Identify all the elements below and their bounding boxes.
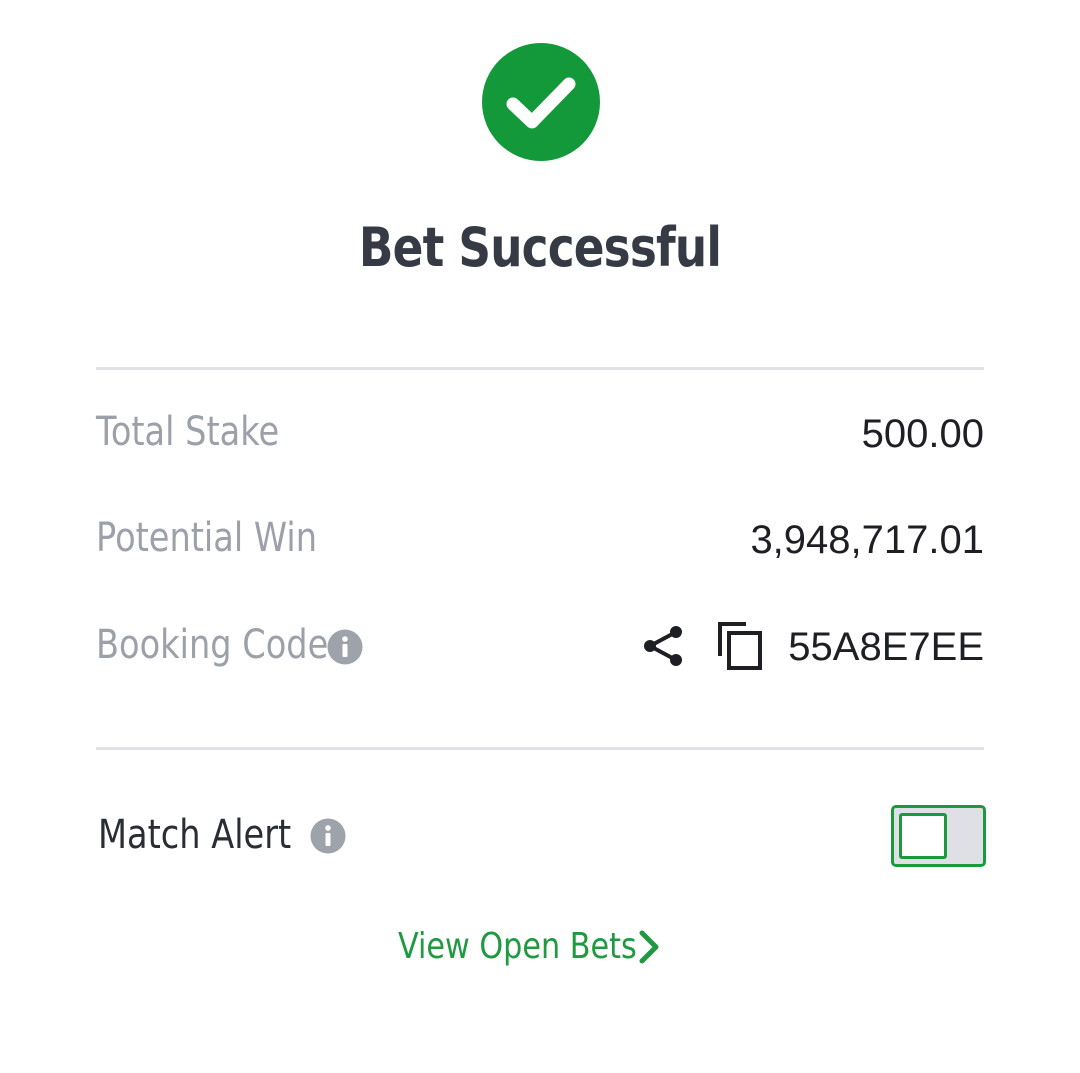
total-stake-value: 500.00: [861, 412, 984, 456]
success-check-icon: [482, 43, 600, 161]
divider: [96, 367, 984, 370]
chevron-right-icon: [639, 930, 659, 963]
divider: [96, 747, 984, 750]
booking-code-info-icon[interactable]: [327, 629, 363, 665]
share-icon[interactable]: [640, 622, 688, 670]
match-alert-info-icon[interactable]: [310, 818, 346, 854]
view-open-bets-label: View Open Bets: [398, 926, 637, 967]
booking-code-value[interactable]: 55A8E7EE: [788, 625, 984, 670]
view-open-bets-link[interactable]: View Open Bets: [398, 926, 664, 967]
potential-win-value: 3,948,717.01: [750, 518, 984, 562]
toggle-knob: [899, 813, 947, 859]
match-alert-label: Match Alert: [98, 812, 292, 858]
potential-win-label: Potential Win: [96, 515, 317, 561]
match-alert-toggle[interactable]: [891, 805, 986, 867]
total-stake-label: Total Stake: [96, 409, 280, 455]
page-title: Bet Successful: [358, 216, 722, 279]
booking-code-label: Booking Code: [96, 622, 329, 668]
copy-icon[interactable]: [716, 620, 766, 672]
